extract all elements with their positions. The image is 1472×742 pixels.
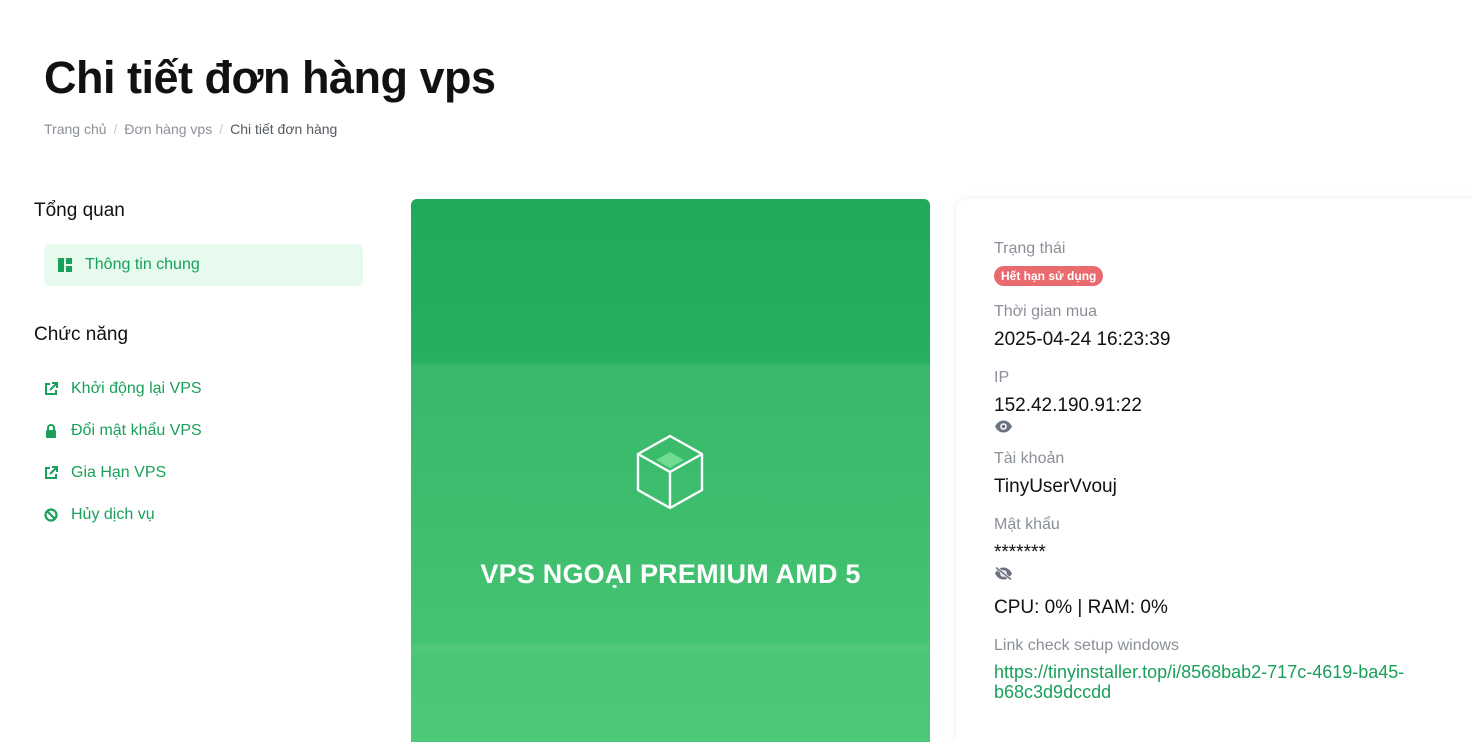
page: Chi tiết đơn hàng vps Trang chủ / Đơn hàng…	[0, 0, 1472, 742]
page-title: Chi tiết đơn hàng vps	[44, 52, 496, 103]
product-banner: VPS NGOẠI PREMIUM AMD 5	[411, 199, 930, 742]
cancel-service-link[interactable]: Hủy dịch vụ	[34, 494, 364, 536]
overview-section-title: Tổng quan	[34, 200, 125, 221]
ip-label: IP	[994, 369, 1010, 386]
status-badge: Hết hạn sử dụng	[994, 266, 1104, 286]
ip-value: 152.42.190.91:22	[994, 395, 1142, 416]
breadcrumb-vps-orders-link[interactable]: Đơn hàng vps	[124, 121, 212, 137]
restart-vps-link[interactable]: Khởi động lại VPS	[34, 368, 364, 410]
eye-slash-icon[interactable]	[994, 567, 1013, 580]
setup-link-label: Link check setup windows	[994, 637, 1179, 654]
password-field: Mật khẩu *******	[994, 515, 1454, 580]
breadcrumb-current: Chi tiết đơn hàng	[230, 121, 338, 137]
change-password-label: Đổi mật khẩu VPS	[71, 422, 202, 439]
dashboard-icon	[58, 258, 72, 272]
ban-icon	[44, 508, 58, 522]
setup-link[interactable]: https://tinyinstaller.top/i/8568bab2-717…	[994, 662, 1414, 702]
setup-link-field: Link check setup windows https://tinyins…	[994, 636, 1454, 702]
cube-icon	[636, 434, 704, 510]
breadcrumb-separator: /	[219, 121, 224, 137]
functions-list: Khởi động lại VPS Đổi mật khẩu VPS Gia H…	[34, 368, 364, 536]
lock-icon	[44, 424, 58, 438]
purchase-time-value: 2025-04-24 16:23:39	[994, 329, 1171, 350]
renew-vps-label: Gia Hạn VPS	[71, 464, 167, 481]
functions-section-title: Chức năng	[34, 324, 129, 345]
sidebar-item-general-info[interactable]: Thông tin chung	[44, 244, 363, 286]
change-password-link[interactable]: Đổi mật khẩu VPS	[34, 410, 364, 452]
account-field: Tài khoản TinyUserVvouj	[994, 449, 1454, 499]
sidebar: Tổng quan Thông tin chung Chức năng Khởi…	[34, 200, 364, 536]
breadcrumb-home-link[interactable]: Trang chủ	[44, 121, 107, 137]
cancel-service-label: Hủy dịch vụ	[71, 506, 155, 523]
password-value: *******	[994, 542, 1046, 563]
usage-value: CPU: 0% | RAM: 0%	[994, 597, 1168, 618]
status-label: Trạng thái	[994, 240, 1066, 257]
renew-vps-link[interactable]: Gia Hạn VPS	[34, 452, 364, 494]
breadcrumb-separator: /	[113, 121, 118, 137]
external-link-icon	[44, 466, 58, 480]
eye-icon[interactable]	[994, 420, 1013, 433]
purchase-time-field: Thời gian mua 2025-04-24 16:23:39	[994, 302, 1454, 352]
breadcrumb: Trang chủ / Đơn hàng vps / Chi tiết đơn hàng	[44, 121, 337, 137]
product-name: VPS NGOẠI PREMIUM AMD 5	[480, 559, 861, 589]
account-value: TinyUserVvouj	[994, 476, 1117, 497]
ip-field: IP 152.42.190.91:22	[994, 368, 1454, 433]
order-details-card: Trạng thái Hết hạn sử dụng Thời gian mua…	[956, 199, 1472, 742]
purchase-time-label: Thời gian mua	[994, 303, 1097, 320]
external-link-icon	[44, 382, 58, 396]
banner-band	[411, 644, 930, 742]
restart-vps-label: Khởi động lại VPS	[71, 380, 202, 397]
status-field: Trạng thái Hết hạn sử dụng	[994, 239, 1454, 286]
sidebar-item-label: Thông tin chung	[85, 256, 200, 273]
password-label: Mật khẩu	[994, 516, 1060, 533]
account-label: Tài khoản	[994, 450, 1065, 467]
usage-field: CPU: 0% | RAM: 0%	[994, 596, 1454, 620]
